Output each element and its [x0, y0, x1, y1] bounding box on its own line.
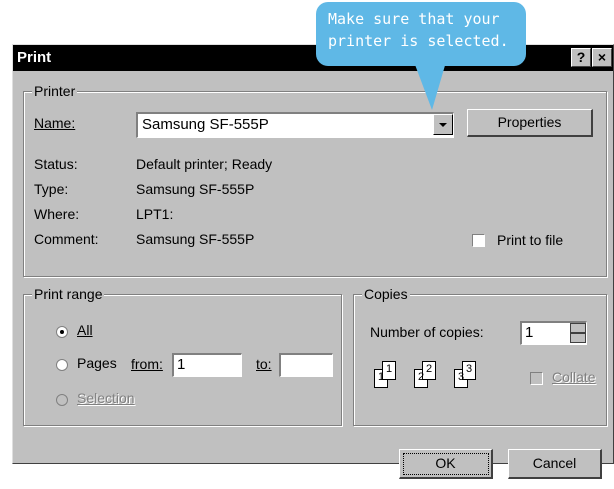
- callout-pointer: [414, 62, 446, 110]
